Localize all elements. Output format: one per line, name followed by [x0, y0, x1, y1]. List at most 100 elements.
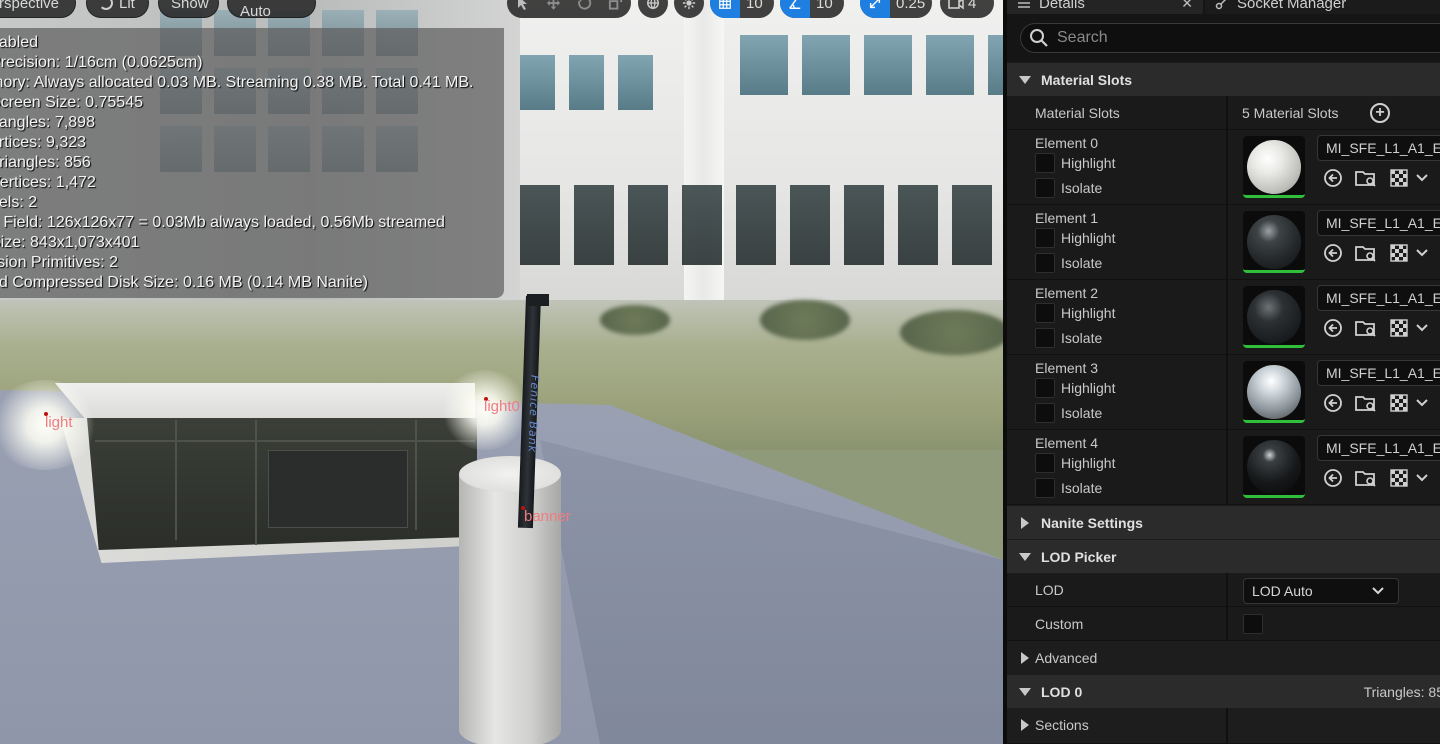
checker-material-icon[interactable]: [1389, 468, 1409, 488]
isolate-checkbox[interactable]: [1035, 328, 1055, 348]
actor-label-light[interactable]: light: [45, 414, 73, 431]
expanded-arrow-icon: [1019, 552, 1031, 561]
view-mode-button[interactable]: rspective: [0, 0, 76, 18]
advanced-row[interactable]: Advanced: [1007, 641, 1440, 675]
column-divider: [1226, 573, 1228, 606]
tab-details-label: Details: [1039, 0, 1085, 12]
camera-speed-group[interactable]: 4: [940, 0, 994, 18]
section-lod-picker[interactable]: LOD Picker: [1007, 539, 1440, 573]
details-panel: Details ✕ Socket Manager Material Slots …: [1003, 0, 1440, 744]
close-icon[interactable]: ✕: [1181, 0, 1193, 12]
material-actions: [1323, 468, 1429, 488]
expanded-arrow-icon: [1019, 687, 1031, 696]
stats-line: nels: 2: [0, 194, 38, 211]
column-divider: [1226, 355, 1228, 429]
isolate-checkbox[interactable]: [1035, 478, 1055, 498]
lighting-mode-button[interactable]: Lit: [86, 0, 149, 18]
material-thumbnail[interactable]: [1243, 361, 1305, 423]
highlight-checkbox[interactable]: [1035, 453, 1055, 473]
browse-folder-icon[interactable]: [1355, 243, 1377, 263]
custom-checkbox[interactable]: [1243, 614, 1263, 634]
use-selected-asset-icon[interactable]: [1323, 393, 1343, 413]
bush: [600, 305, 670, 335]
lod-label: LOD: [1035, 582, 1064, 598]
browse-folder-icon[interactable]: [1355, 468, 1377, 488]
section-lod0[interactable]: LOD 0 Triangles: 85: [1007, 674, 1440, 708]
material-sphere-preview: [1247, 440, 1301, 494]
use-selected-asset-icon[interactable]: [1323, 318, 1343, 338]
lod-dropdown[interactable]: LOD Auto: [1243, 578, 1399, 604]
socket-icon: [1215, 0, 1227, 10]
actor-label-light0[interactable]: light0: [484, 398, 520, 415]
section-nanite-settings-title: Nanite Settings: [1041, 514, 1143, 531]
scale-snap-group: 0.25: [860, 0, 932, 18]
chevron-down-icon[interactable]: [1415, 473, 1429, 483]
browse-folder-icon[interactable]: [1355, 318, 1377, 338]
material-sphere-preview: [1247, 140, 1301, 194]
material-asset-picker[interactable]: MI_SFE_L1_A1_Entr: [1317, 135, 1440, 161]
material-asset-picker[interactable]: MI_SFE_L1_A1_Entr: [1317, 360, 1440, 386]
stats-line: e Field: 126x126x77 = 0.03Mb always load…: [0, 214, 445, 231]
custom-label: Custom: [1035, 616, 1084, 632]
use-selected-asset-icon[interactable]: [1323, 468, 1343, 488]
stats-line: Size: 843x1,073x401: [0, 234, 140, 251]
browse-folder-icon[interactable]: [1355, 168, 1377, 188]
checker-material-icon[interactable]: [1389, 168, 1409, 188]
material-sphere-preview: [1247, 215, 1301, 269]
chevron-down-icon[interactable]: [1415, 173, 1429, 183]
building-windows-left: [520, 55, 653, 110]
lod-button[interactable]: LOD Auto: [227, 0, 316, 20]
isolate-checkbox[interactable]: [1035, 403, 1055, 423]
isolate-option: Isolate: [1035, 178, 1102, 198]
highlight-checkbox[interactable]: [1035, 378, 1055, 398]
section-lod0-title: LOD 0: [1041, 683, 1083, 700]
material-asset-picker[interactable]: MI_SFE_L1_A1_Entr: [1317, 285, 1440, 311]
material-element-row: Element 4 Highlight Isolate MI_SFE_L1_A1_En…: [1007, 430, 1440, 505]
level-viewport[interactable]: Fenice Bank light light0 banner rspectiv…: [0, 0, 1003, 744]
material-thumbnail[interactable]: [1243, 436, 1305, 498]
add-material-slot-icon[interactable]: +: [1370, 103, 1390, 123]
sections-row[interactable]: Sections: [1007, 708, 1440, 744]
isolate-label: Isolate: [1061, 480, 1103, 496]
grid-snap-group: 10: [710, 0, 774, 18]
tab-socket-manager[interactable]: Socket Manager: [1205, 0, 1440, 14]
material-thumbnail[interactable]: [1243, 136, 1305, 198]
checker-material-icon[interactable]: [1389, 318, 1409, 338]
checker-material-icon[interactable]: [1389, 243, 1409, 263]
highlight-checkbox[interactable]: [1035, 153, 1055, 173]
show-button[interactable]: Show: [158, 0, 219, 18]
highlight-checkbox[interactable]: [1035, 228, 1055, 248]
material-actions: [1323, 168, 1429, 188]
search-input[interactable]: [1057, 29, 1417, 47]
isolate-checkbox[interactable]: [1035, 253, 1055, 273]
element-name: Element 0: [1035, 135, 1099, 151]
material-thumbnail[interactable]: [1243, 211, 1305, 273]
column-divider: [1226, 205, 1228, 279]
collapsed-arrow-icon: [1021, 719, 1029, 731]
translate-tool[interactable]: [538, 0, 569, 18]
stats-line: ertices: 9,323: [0, 134, 87, 151]
tab-details[interactable]: Details ✕: [1007, 0, 1203, 14]
actor-label-banner[interactable]: banner: [524, 508, 571, 525]
section-material-slots[interactable]: Material Slots: [1007, 62, 1440, 96]
use-selected-asset-icon[interactable]: [1323, 243, 1343, 263]
angle-icon: [789, 0, 801, 9]
highlight-checkbox[interactable]: [1035, 303, 1055, 323]
isolate-option: Isolate: [1035, 403, 1102, 423]
lighting-mode-label: Lit: [119, 0, 135, 12]
checker-material-icon[interactable]: [1389, 393, 1409, 413]
globe-icon: [647, 0, 659, 10]
browse-folder-icon[interactable]: [1355, 393, 1377, 413]
chevron-down-icon[interactable]: [1415, 323, 1429, 333]
material-thumbnail[interactable]: [1243, 286, 1305, 348]
material-asset-picker[interactable]: MI_SFE_L1_A1_Entr: [1317, 210, 1440, 236]
use-selected-asset-icon[interactable]: [1323, 168, 1343, 188]
material-asset-picker[interactable]: MI_SFE_L1_A1_Entr: [1317, 435, 1440, 461]
isolate-checkbox[interactable]: [1035, 178, 1055, 198]
rotate-icon: [578, 0, 592, 10]
rotate-tool[interactable]: [569, 0, 600, 18]
section-nanite-settings[interactable]: Nanite Settings: [1007, 505, 1440, 539]
chevron-down-icon[interactable]: [1415, 398, 1429, 408]
collapsed-arrow-icon: [1021, 516, 1029, 529]
chevron-down-icon[interactable]: [1415, 248, 1429, 258]
